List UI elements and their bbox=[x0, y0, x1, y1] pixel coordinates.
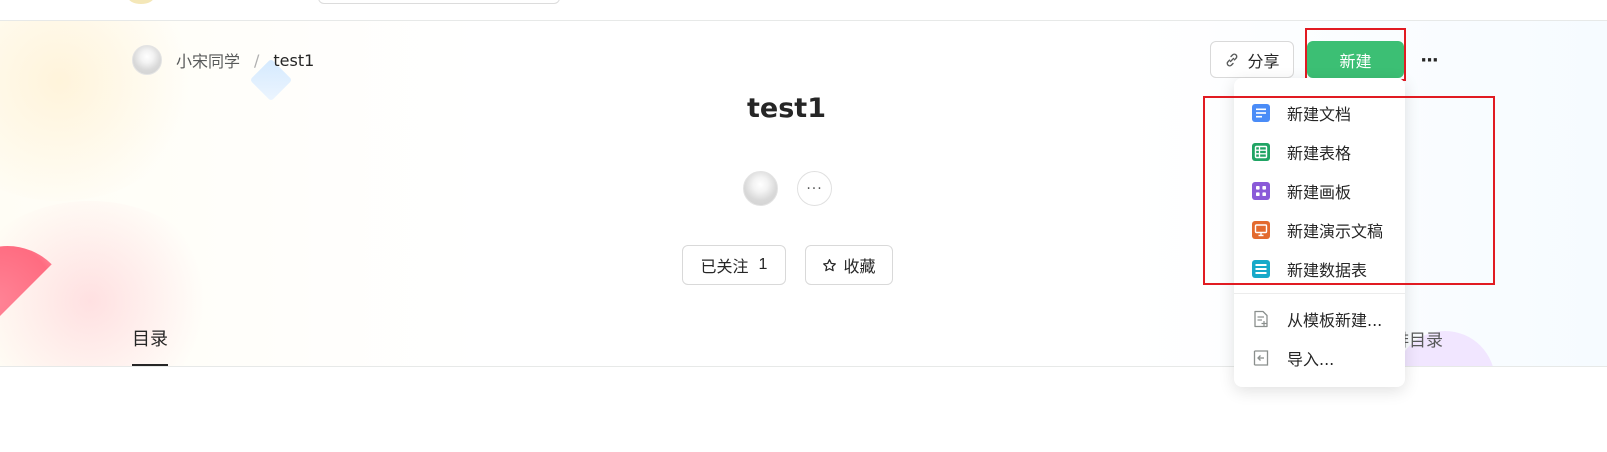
menu-item-new-datatable[interactable]: 新建数据表 bbox=[1234, 250, 1405, 288]
new-button[interactable]: 新建 bbox=[1307, 41, 1404, 78]
tab-toc[interactable]: 目录 bbox=[132, 325, 168, 351]
follow-button[interactable]: 已关注 1 bbox=[682, 245, 786, 285]
menu-item-label: 从模板新建... bbox=[1287, 311, 1383, 330]
top-bar-logo-fragment bbox=[128, 0, 154, 4]
menu-item-label: 新建表格 bbox=[1287, 144, 1352, 163]
top-bar-search-input[interactable] bbox=[318, 0, 560, 4]
breadcrumb: 小宋同学 / test1 bbox=[132, 45, 314, 75]
follow-count: 1 bbox=[758, 256, 768, 273]
menu-item-from-template[interactable]: 从模板新建... bbox=[1234, 300, 1405, 338]
menu-item-label: 新建文档 bbox=[1287, 105, 1352, 124]
sheet-icon bbox=[1252, 143, 1270, 161]
link-icon bbox=[1227, 53, 1238, 66]
menu-divider bbox=[1234, 293, 1405, 294]
member-avatar[interactable] bbox=[743, 171, 778, 206]
menu-item-new-slides[interactable]: 新建演示文稿 bbox=[1234, 211, 1405, 249]
datatable-icon bbox=[1252, 260, 1270, 278]
menu-item-label: 新建演示文稿 bbox=[1287, 222, 1384, 241]
menu-item-new-sheet[interactable]: 新建表格 bbox=[1234, 133, 1405, 171]
breadcrumb-separator: / bbox=[254, 50, 260, 70]
avatar[interactable] bbox=[132, 45, 162, 75]
favorite-button[interactable]: 收藏 bbox=[805, 245, 893, 285]
breadcrumb-current[interactable]: test1 bbox=[273, 51, 314, 70]
template-icon bbox=[1254, 310, 1268, 328]
board-icon bbox=[1252, 182, 1270, 200]
new-label: 新建 bbox=[1339, 53, 1372, 71]
share-button[interactable]: 分享 bbox=[1210, 41, 1294, 78]
menu-item-import[interactable]: 导入... bbox=[1234, 339, 1405, 377]
menu-item-new-board[interactable]: 新建画板 bbox=[1234, 172, 1405, 210]
decor-red-glow bbox=[0, 201, 220, 366]
more-actions-button[interactable]: ··· bbox=[1413, 45, 1445, 75]
follow-label: 已关注 bbox=[700, 259, 749, 276]
menu-item-label: 新建画板 bbox=[1287, 183, 1352, 202]
doc-icon bbox=[1252, 104, 1270, 122]
menu-item-label: 导入... bbox=[1287, 350, 1335, 369]
import-icon bbox=[1253, 350, 1269, 366]
menu-item-new-doc[interactable]: 新建文档 bbox=[1234, 94, 1405, 132]
new-menu: 新建文档 新建表格 新建画板 新建演示文稿 新建数据表 从模板新建... 导入.… bbox=[1234, 78, 1405, 387]
breadcrumb-user[interactable]: 小宋同学 bbox=[176, 48, 240, 72]
star-icon bbox=[823, 258, 837, 271]
tab-toc-underline bbox=[132, 364, 168, 366]
share-label: 分享 bbox=[1247, 53, 1280, 71]
member-more-button[interactable]: ··· bbox=[797, 171, 832, 206]
top-bar bbox=[0, 0, 1607, 21]
menu-item-label: 新建数据表 bbox=[1287, 261, 1368, 280]
favorite-label: 收藏 bbox=[843, 259, 876, 276]
slides-icon bbox=[1252, 221, 1270, 239]
